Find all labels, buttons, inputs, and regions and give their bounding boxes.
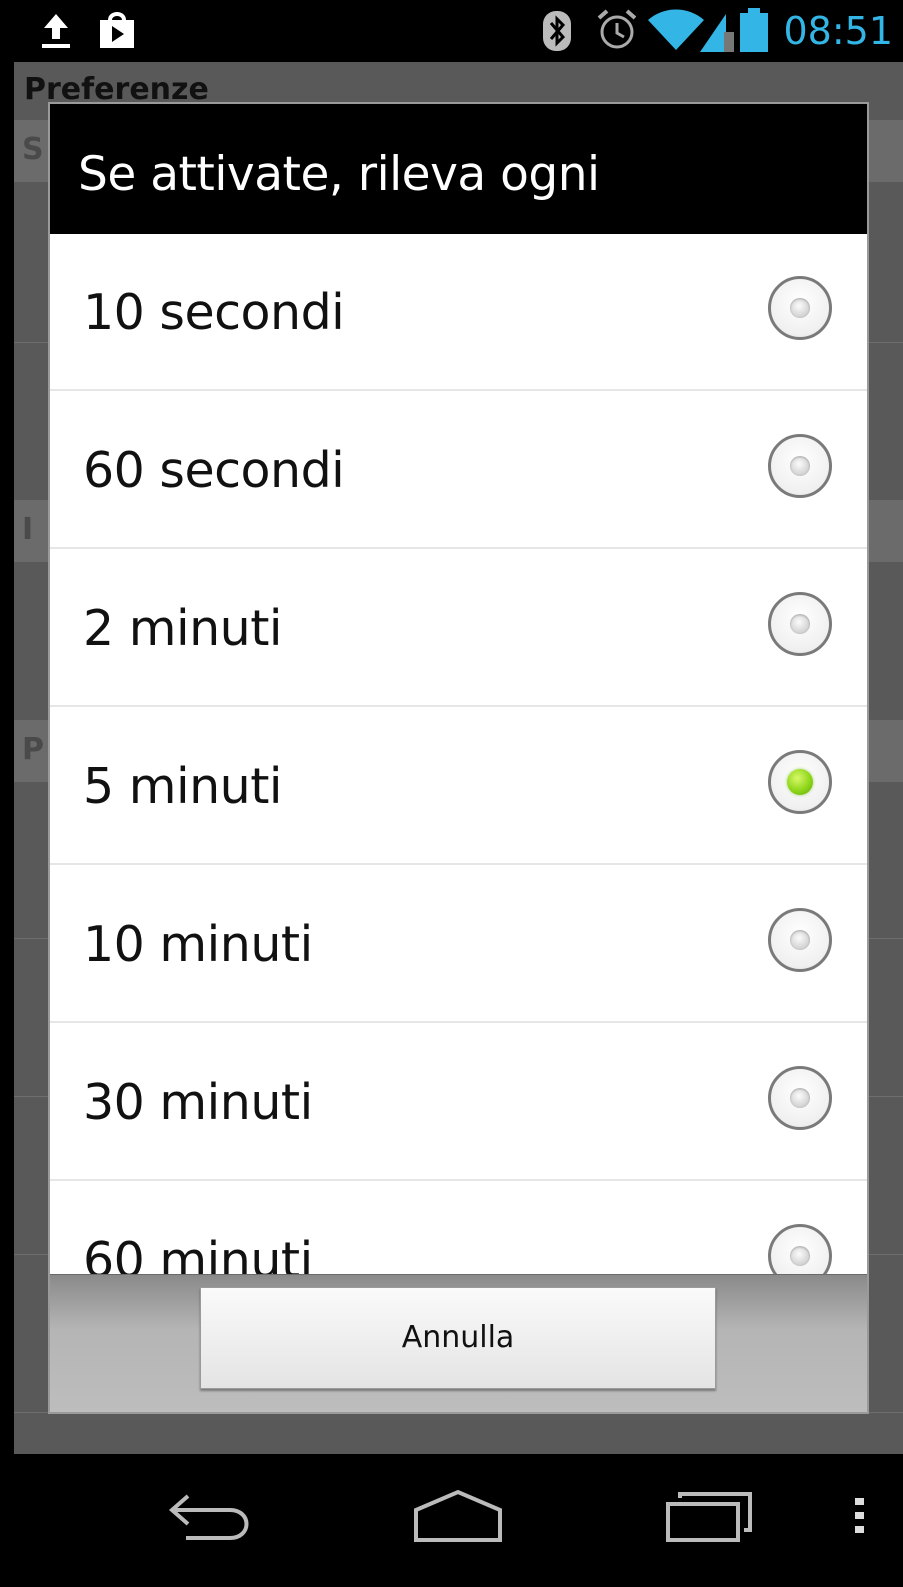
option-60-seconds[interactable]: 60 secondi bbox=[50, 392, 867, 549]
recent-apps-icon[interactable] bbox=[664, 1490, 754, 1542]
option-label: 2 minuti bbox=[83, 600, 283, 657]
radio-dot-icon bbox=[790, 456, 810, 476]
option-60-minutes[interactable]: 60 minuti bbox=[50, 1182, 867, 1274]
section-header-initial: P bbox=[22, 732, 44, 767]
radio-button[interactable] bbox=[768, 276, 832, 340]
preferences-title: Preferenze bbox=[24, 72, 209, 107]
option-10-seconds[interactable]: 10 secondi bbox=[50, 234, 867, 391]
radio-dot-icon bbox=[790, 1246, 810, 1266]
store-icon bbox=[100, 12, 134, 48]
radio-dot-icon bbox=[790, 1088, 810, 1108]
bluetooth-icon bbox=[543, 11, 571, 51]
option-10-minutes[interactable]: 10 minuti bbox=[50, 866, 867, 1023]
dialog-button-bar: Annulla bbox=[50, 1274, 867, 1412]
radio-button[interactable] bbox=[768, 434, 832, 498]
battery-icon bbox=[740, 8, 768, 52]
phone-screen: 08:51 Preferenze S I P Se attivate, rile… bbox=[0, 0, 903, 1587]
option-30-minutes[interactable]: 30 minuti bbox=[50, 1024, 867, 1181]
option-label: 5 minuti bbox=[83, 758, 283, 815]
section-header-initial: I bbox=[22, 512, 34, 547]
radio-dot-icon bbox=[790, 930, 810, 950]
upload-icon bbox=[42, 14, 70, 48]
radio-dot-icon bbox=[787, 769, 813, 795]
preferences-divider bbox=[14, 1412, 903, 1413]
option-label: 10 minuti bbox=[83, 916, 313, 973]
section-header-initial: S bbox=[22, 132, 44, 167]
dialog-title: Se attivate, rileva ogni bbox=[78, 147, 600, 202]
navigation-bar bbox=[0, 1454, 903, 1587]
radio-dot-icon bbox=[790, 614, 810, 634]
menu-overflow-icon[interactable] bbox=[852, 1496, 868, 1536]
status-bar: 08:51 bbox=[0, 0, 903, 62]
home-icon[interactable] bbox=[412, 1488, 504, 1544]
interval-picker-dialog: Se attivate, rileva ogni 10 secondi 60 s… bbox=[50, 104, 867, 1412]
signal-icon bbox=[700, 14, 734, 52]
radio-dot-icon bbox=[790, 298, 810, 318]
option-label: 60 secondi bbox=[83, 442, 345, 499]
radio-button[interactable] bbox=[768, 592, 832, 656]
status-clock: 08:51 bbox=[783, 9, 893, 53]
dialog-header: Se attivate, rileva ogni bbox=[50, 104, 867, 234]
radio-button[interactable] bbox=[768, 1066, 832, 1130]
radio-button[interactable] bbox=[768, 1224, 832, 1274]
option-label: 10 secondi bbox=[83, 284, 345, 341]
option-5-minutes[interactable]: 5 minuti bbox=[50, 708, 867, 865]
option-label: 60 minuti bbox=[83, 1232, 313, 1274]
radio-button[interactable] bbox=[768, 908, 832, 972]
alarm-icon bbox=[597, 9, 637, 49]
wifi-icon bbox=[648, 9, 704, 50]
interval-options-list[interactable]: 10 secondi 60 secondi 2 minuti 5 minuti … bbox=[50, 234, 867, 1274]
option-2-minutes[interactable]: 2 minuti bbox=[50, 550, 867, 707]
radio-button-selected[interactable] bbox=[768, 750, 832, 814]
back-icon[interactable] bbox=[168, 1490, 254, 1544]
cancel-button[interactable]: Annulla bbox=[200, 1287, 716, 1389]
option-label: 30 minuti bbox=[83, 1074, 313, 1131]
